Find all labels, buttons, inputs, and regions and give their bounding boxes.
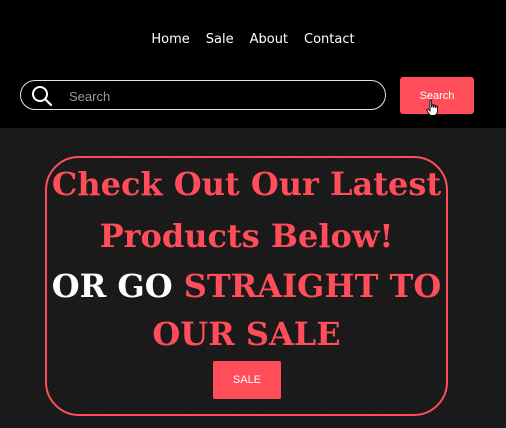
main-nav: Home Sale About Contact	[0, 29, 506, 51]
nav-link-home[interactable]: Home	[151, 29, 189, 51]
nav-link-contact[interactable]: Contact	[304, 29, 355, 51]
site-header: Home Sale About Contact Search	[0, 0, 506, 128]
hero-headline-line-3: OR GO STRAIGHT TO	[45, 266, 448, 306]
hero-or-go-text: OR GO	[51, 267, 184, 305]
hero-headline-line-1: Check Out Our Latest	[51, 165, 442, 203]
search-input[interactable]	[67, 85, 371, 107]
nav-link-about[interactable]: About	[250, 29, 288, 51]
search-bar[interactable]	[20, 80, 386, 110]
search-icon	[32, 86, 53, 107]
search-button[interactable]: Search	[400, 77, 474, 114]
hero-headline-line-4: OUR SALE	[152, 315, 341, 353]
hero-straight-to-text: STRAIGHT TO	[183, 267, 442, 305]
sale-button[interactable]: SALE	[213, 361, 281, 399]
hero-headline-line-2: Products Below!	[99, 217, 394, 255]
nav-link-sale[interactable]: Sale	[206, 29, 234, 51]
